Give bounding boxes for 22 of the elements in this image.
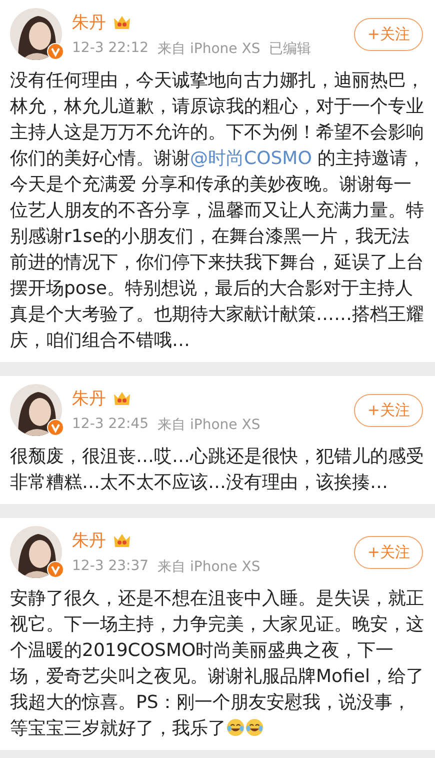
author-name[interactable]: 朱丹 bbox=[72, 528, 106, 552]
author-name[interactable]: 朱丹 bbox=[72, 10, 106, 34]
post-text: 很颓废，很沮丧…哎…心跳还是很快，犯错儿的感受非常糟糕…太不太不应该…没有理由，该挨揍… bbox=[10, 445, 425, 495]
laughing-face-icon bbox=[245, 718, 264, 737]
follow-button[interactable]: +关注 bbox=[354, 536, 423, 568]
post-time: 12-3 22:12 bbox=[72, 40, 149, 58]
post-time: 12-3 22:45 bbox=[72, 416, 149, 434]
post-text: 安静了很久，还是不想在沮丧中入睡。是失误，就正视它。下一场主持，力争完美，大家见证。晚安，这个温暖的2019COSMO时尚美丽盛典之夜，下一场，爱奇艺尖叫之夜见。谢谢礼服品牌Mofiel，给了我超大的惊喜。PS：刚一个朋友安慰我，说没事，等宝宝三岁就好了，我乐了 bbox=[10, 587, 425, 741]
mention-link[interactable]: @时尚COSMO bbox=[190, 148, 312, 169]
avatar[interactable] bbox=[10, 384, 62, 436]
post-source: 来自 iPhone XS bbox=[158, 40, 260, 58]
edited-label: 已编辑 bbox=[269, 40, 312, 58]
post-time: 12-3 23:37 bbox=[72, 558, 149, 576]
post-text: 没有任何理由，今天诚挚地向古力娜扎，迪丽热巴，林允，林允儿道歉，请原谅我的粗心，对于一个专业主持人这是万万不允许的。下不为例！希望不会影响你们的美好心情。谢谢@时尚COSMO 的主持邀请，今天是个充满爱 分享和传承的美妙夜晚。谢谢每一位艺人朋友的不吝分享，温馨而又让人充满力量。特别感谢r1se的小朋友们，在舞台漆黑一片，我无法前进的情况下，你们停下来扶我下舞台，延误了上台摆开场pose。特别想说，最后的大合影对于主持人真是个大考验了。也期待大家献计献策……搭档王耀庆，咱们组合不错哦… bbox=[10, 69, 427, 353]
avatar[interactable] bbox=[10, 8, 62, 60]
follow-button[interactable]: +关注 bbox=[354, 18, 423, 50]
post-source: 来自 iPhone XS bbox=[158, 416, 260, 434]
post-source: 来自 iPhone XS bbox=[158, 558, 260, 576]
laughing-face-icon bbox=[226, 718, 245, 737]
avatar[interactable] bbox=[10, 526, 62, 578]
follow-button[interactable]: +关注 bbox=[354, 394, 423, 426]
author-name[interactable]: 朱丹 bbox=[72, 386, 106, 410]
